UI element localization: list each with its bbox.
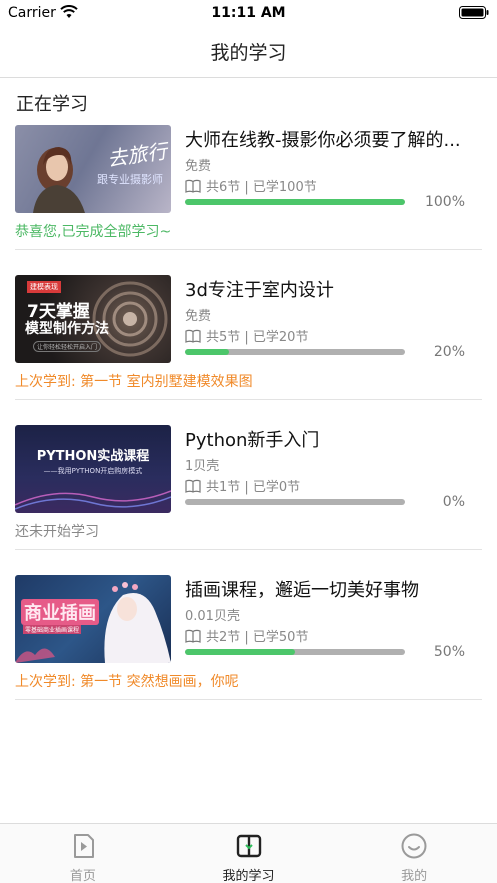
progress-fill (185, 199, 405, 205)
clock: 11:11 AM (211, 5, 286, 21)
thumbnail-caption: 跟专业摄影师 (97, 173, 163, 186)
thumbnail-caption: 模型制作方法 (25, 321, 109, 337)
tab-bar: 首页 我的学习 我的 (0, 823, 497, 883)
course-item[interactable]: 商业插画 零基础商业插画课程 插画课程，邂逅一切美好事物 0.01贝壳 共2节 … (0, 568, 497, 718)
progress-bar (185, 349, 405, 355)
progress-percent: 20% (433, 344, 465, 360)
book-icon (185, 479, 201, 493)
book-icon (185, 629, 201, 643)
course-title[interactable]: 3d专注于室内设计 (185, 276, 475, 302)
thumbnail-caption: 零基础商业插画课程 (23, 625, 82, 634)
thumbnail-caption: ——我用PYTHON开启购房模式 (43, 467, 143, 475)
course-price: 免费 (185, 309, 212, 324)
progress-fill (185, 349, 229, 355)
thumbnail-headline: 商业插画 (21, 599, 99, 625)
divider (15, 399, 482, 400)
course-status-note: 还未开始学习 (15, 524, 99, 540)
divider (15, 549, 482, 550)
progress-fill (185, 649, 295, 655)
course-price: 1贝壳 (185, 459, 220, 474)
course-status-note: 上次学到: 第一节 室内别墅建模效果图 (15, 374, 253, 390)
course-item[interactable]: PYTHON实战课程 ——我用PYTHON开启购房模式 Python新手入门 1… (0, 418, 497, 568)
course-stats-text: 共1节 | 已学0节 (206, 480, 301, 495)
course-price: 免费 (185, 159, 212, 174)
course-title[interactable]: 大师在线教-摄影你必须要了解的... (185, 126, 475, 152)
course-item[interactable]: 去旅行 跟专业摄影师 大师在线教-摄影你必须要了解的... 免费 共6节 | 已… (0, 118, 497, 268)
course-thumbnail[interactable]: 商业插画 零基础商业插画课程 (15, 575, 171, 663)
course-stats-text: 共5节 | 已学20节 (206, 330, 309, 345)
status-bar: Carrier 11:11 AM (0, 0, 497, 26)
tab-my-learning[interactable]: 我的学习 (166, 824, 332, 883)
book-icon (185, 179, 201, 193)
thumbnail-small-text: 让你轻松轻松开启入门 (33, 341, 102, 352)
tab-home[interactable]: 首页 (0, 824, 166, 883)
divider (15, 699, 482, 700)
tab-me[interactable]: 我的 (331, 824, 497, 883)
course-stats: 共1节 | 已学0节 (185, 476, 300, 495)
smile-icon (401, 833, 427, 859)
section-title: 正在学习 (16, 94, 88, 115)
course-title[interactable]: Python新手入门 (185, 426, 475, 452)
course-status-note: 上次学到: 第一节 突然想画画，你呢 (15, 674, 239, 690)
book-icon (185, 329, 201, 343)
nav-bar: 我的学习 (0, 26, 497, 78)
course-thumbnail[interactable]: 建模表现 7天掌握 模型制作方法 让你轻松轻松开启入门 (15, 275, 171, 363)
progress-bar (185, 199, 405, 205)
progress-bar (185, 649, 405, 655)
battery-icon (459, 6, 489, 19)
progress-percent: 100% (424, 194, 465, 210)
thumbnail-tag: 建模表现 (27, 281, 61, 293)
course-thumbnail[interactable]: 去旅行 跟专业摄影师 (15, 125, 171, 213)
play-icon (73, 834, 94, 858)
course-title[interactable]: 插画课程，邂逅一切美好事物 (185, 576, 475, 602)
tab-label: 首页 (69, 869, 96, 883)
divider (15, 249, 482, 250)
course-status-note: 恭喜您,已完成全部学习~ (15, 224, 172, 240)
course-stats-text: 共6节 | 已学100节 (206, 180, 317, 195)
course-stats: 共2节 | 已学50节 (185, 626, 308, 645)
book-icon (236, 834, 261, 858)
course-thumbnail[interactable]: PYTHON实战课程 ——我用PYTHON开启购房模式 (15, 425, 171, 513)
tab-label: 我的学习 (222, 869, 275, 883)
thumbnail-headline: PYTHON实战课程 (36, 449, 150, 464)
progress-percent: 50% (433, 644, 465, 660)
tab-label: 我的 (401, 869, 428, 883)
page-title: 我的学习 (210, 42, 287, 64)
progress-percent: 0% (442, 494, 465, 510)
course-item[interactable]: 建模表现 7天掌握 模型制作方法 让你轻松轻松开启入门 3d专注于室内设计 免费… (0, 268, 497, 418)
course-stats: 共5节 | 已学20节 (185, 326, 308, 345)
course-stats-text: 共2节 | 已学50节 (206, 630, 309, 645)
course-price: 0.01贝壳 (185, 609, 240, 624)
course-stats: 共6节 | 已学100节 (185, 176, 317, 195)
progress-bar (185, 499, 405, 505)
course-list: 去旅行 跟专业摄影师 大师在线教-摄影你必须要了解的... 免费 共6节 | 已… (0, 118, 497, 718)
